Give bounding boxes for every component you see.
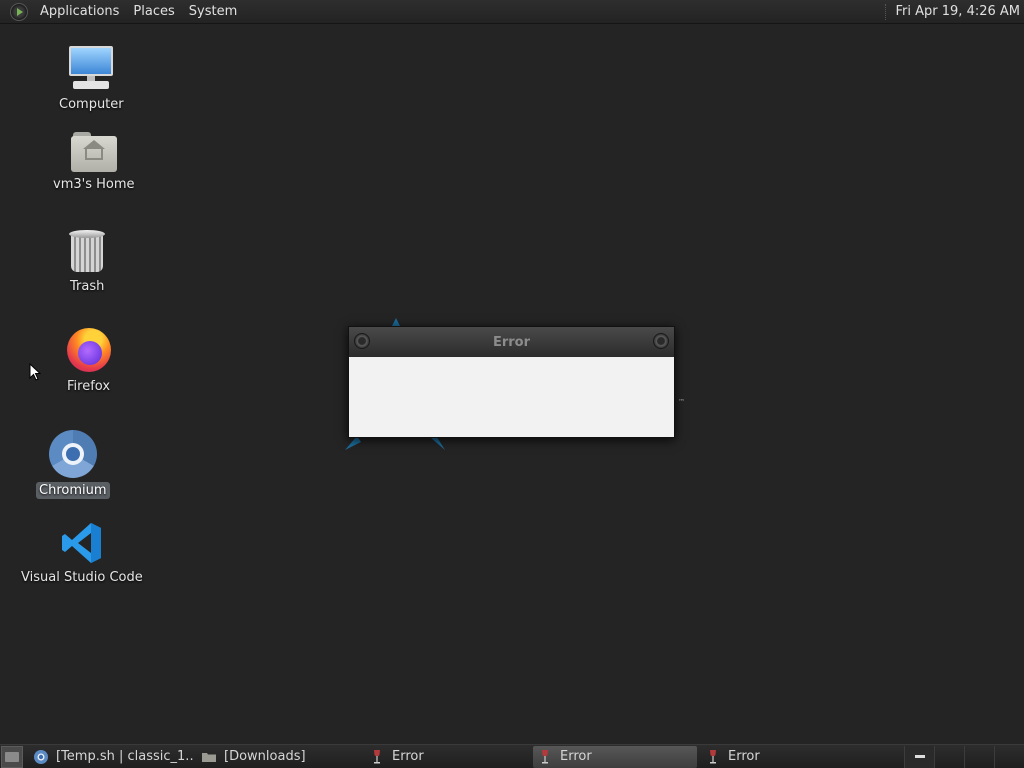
desktop-icon-label: Firefox bbox=[67, 379, 111, 394]
computer-icon bbox=[67, 44, 115, 92]
taskbar-item-error-3[interactable]: Error bbox=[701, 746, 865, 768]
taskbar-item-error-2[interactable]: Error bbox=[533, 745, 697, 768]
applications-menu[interactable]: Applications bbox=[33, 4, 126, 19]
dialog-titlebar[interactable]: Error bbox=[349, 327, 674, 357]
folder-icon bbox=[201, 749, 217, 765]
trash-icon bbox=[67, 228, 107, 274]
home-folder-icon bbox=[70, 132, 117, 172]
wine-icon bbox=[369, 749, 385, 765]
panel-separator bbox=[884, 3, 888, 20]
clock[interactable]: Fri Apr 19, 4:26 AM bbox=[896, 4, 1020, 19]
main-menu-icon[interactable] bbox=[10, 2, 28, 21]
dialog-body bbox=[349, 357, 674, 437]
firefox-icon bbox=[65, 326, 113, 374]
system-menu[interactable]: System bbox=[182, 4, 244, 19]
wine-icon bbox=[705, 749, 721, 765]
workspace-2[interactable] bbox=[934, 745, 964, 768]
taskbar-item-label: [Temp.sh | classic_1.... bbox=[56, 749, 193, 764]
vscode-icon bbox=[61, 523, 101, 563]
chromium-icon bbox=[33, 749, 49, 765]
taskbar-item-chromium[interactable]: [Temp.sh | classic_1.... bbox=[29, 746, 193, 768]
chromium-icon bbox=[48, 430, 97, 478]
desktop-icon-label: Visual Studio Code bbox=[21, 570, 143, 585]
taskbar-item-downloads[interactable]: [Downloads] bbox=[197, 746, 361, 768]
dialog-title: Error bbox=[492, 334, 531, 350]
top-panel: Applications Places System Fri Apr 19, 4… bbox=[0, 0, 1024, 24]
taskbar-item-label: [Downloads] bbox=[224, 749, 306, 764]
workspace-3[interactable] bbox=[964, 745, 994, 768]
show-desktop-button[interactable] bbox=[1, 745, 23, 768]
desktop-icon-vscode[interactable]: Visual Studio Code bbox=[18, 521, 146, 586]
error-dialog: Error bbox=[348, 326, 675, 438]
workspace-4[interactable] bbox=[994, 745, 1024, 768]
wine-icon bbox=[537, 749, 553, 765]
taskbar-item-label: Error bbox=[728, 749, 760, 764]
places-menu[interactable]: Places bbox=[126, 4, 181, 19]
desktop-icon-label: Trash bbox=[70, 279, 105, 294]
desktop-icon-trash[interactable]: Trash bbox=[67, 228, 107, 295]
trademark-mark: ™ bbox=[678, 398, 685, 406]
dialog-menu-knob-icon[interactable] bbox=[354, 333, 370, 349]
taskbar-item-label: Error bbox=[560, 749, 592, 764]
desktop-icon-chromium[interactable]: Chromium bbox=[36, 430, 110, 499]
workspace-1[interactable] bbox=[904, 745, 934, 768]
workspace-switcher bbox=[904, 745, 1024, 768]
desktop-icon-label: Chromium bbox=[36, 482, 110, 499]
dialog-close-knob-icon[interactable] bbox=[653, 333, 669, 349]
desktop-icon-computer[interactable]: Computer bbox=[56, 44, 127, 113]
bottom-taskbar: [Temp.sh | classic_1.... [Downloads] Err… bbox=[0, 744, 1024, 768]
taskbar-item-label: Error bbox=[392, 749, 424, 764]
mouse-cursor-icon bbox=[29, 363, 41, 381]
desktop-icon-label: vm3's Home bbox=[53, 177, 135, 192]
desktop-icon-label: Computer bbox=[59, 97, 124, 112]
desktop-icon-home[interactable]: vm3's Home bbox=[50, 128, 138, 193]
desktop-icon-firefox[interactable]: Firefox bbox=[64, 326, 113, 395]
taskbar-item-error-1[interactable]: Error bbox=[365, 746, 529, 768]
